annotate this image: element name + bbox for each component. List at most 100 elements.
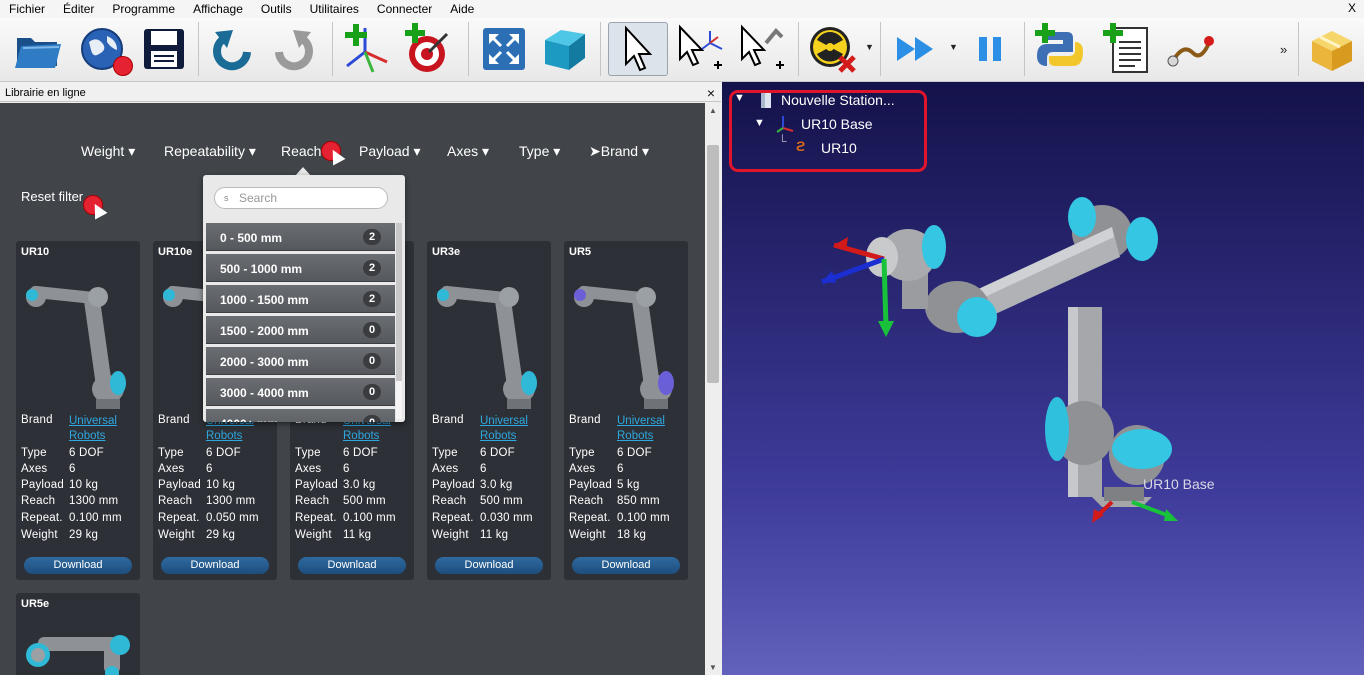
add-program-icon[interactable] bbox=[1098, 22, 1154, 76]
weight-value: 11 kg bbox=[343, 529, 372, 541]
click-marker-icon bbox=[113, 56, 133, 76]
filter-brand[interactable]: ➤Brand ▾ bbox=[589, 143, 649, 160]
filter-weight[interactable]: Weight ▾ bbox=[81, 143, 135, 160]
reach-option[interactable]: 500 - 1000 mm 2 bbox=[206, 254, 395, 282]
download-button[interactable]: Download bbox=[298, 557, 406, 574]
robot-card-ur5e[interactable]: UR5e bbox=[16, 593, 140, 675]
search-input[interactable]: s Search bbox=[214, 187, 388, 209]
pause-icon[interactable] bbox=[962, 22, 1018, 76]
redo-icon[interactable] bbox=[266, 22, 322, 76]
add-python-icon[interactable] bbox=[1032, 22, 1088, 76]
weight-label: Weight bbox=[432, 529, 469, 541]
move-frame-icon[interactable] bbox=[672, 22, 728, 76]
library-scrollbar[interactable]: ▲ ▼ bbox=[705, 103, 721, 675]
reach-option[interactable]: 1500 - 2000 mm 0 bbox=[206, 316, 395, 344]
filter-type[interactable]: Type ▾ bbox=[519, 143, 560, 160]
scroll-down-icon[interactable]: ▼ bbox=[709, 663, 717, 672]
menu-affichage[interactable]: Affichage bbox=[184, 2, 252, 16]
brand-link[interactable]: Universal Robots bbox=[480, 414, 528, 444]
axes-value: 6 bbox=[480, 463, 487, 475]
dropdown-scrollbar[interactable] bbox=[396, 223, 402, 419]
robot-thumbnail bbox=[26, 635, 130, 675]
close-window-button[interactable]: X bbox=[1348, 1, 1356, 15]
menu-editer[interactable]: Éditer bbox=[54, 2, 103, 16]
axes-label: Axes bbox=[432, 463, 459, 475]
menu-aide[interactable]: Aide bbox=[441, 2, 483, 16]
fit-all-icon[interactable] bbox=[476, 22, 532, 76]
filter-axes[interactable]: Axes ▾ bbox=[447, 143, 489, 160]
download-button[interactable]: Download bbox=[435, 557, 543, 574]
dropdown-scroll-thumb[interactable] bbox=[396, 223, 402, 381]
search-icon: s bbox=[224, 193, 229, 203]
robot-thumbnail bbox=[437, 285, 537, 409]
payload-value: 5 kg bbox=[617, 479, 640, 491]
type-value: 6 DOF bbox=[69, 447, 104, 459]
tree-robot[interactable]: UR10 bbox=[821, 140, 857, 156]
reach-option-count: 2 bbox=[363, 229, 381, 245]
reach-option[interactable]: 3000 - 4000 mm 0 bbox=[206, 378, 395, 406]
reach-option[interactable]: 2000 - 3000 mm 0 bbox=[206, 347, 395, 375]
reset-filter-link[interactable]: Reset filter bbox=[21, 189, 83, 204]
tree-base[interactable]: UR10 Base bbox=[801, 116, 873, 132]
weight-row: Weight 18 kg bbox=[569, 529, 646, 541]
play-icon[interactable] bbox=[888, 22, 944, 76]
menu-fichier[interactable]: Fichier bbox=[0, 2, 54, 16]
open-folder-icon[interactable] bbox=[10, 22, 66, 76]
scroll-thumb[interactable] bbox=[707, 145, 719, 383]
add-frame-icon[interactable] bbox=[338, 22, 394, 76]
download-button[interactable]: Download bbox=[161, 557, 269, 574]
type-value: 6 DOF bbox=[343, 447, 378, 459]
undo-icon[interactable] bbox=[204, 22, 260, 76]
robot-card-ur10[interactable]: UR10 Brand Universal Robots Type 6 DOF Axe… bbox=[16, 241, 140, 580]
expand-arrow-icon[interactable]: ▼ bbox=[734, 92, 745, 104]
reach-option[interactable]: 0 - 500 mm 2 bbox=[206, 223, 395, 251]
menu-outils[interactable]: Outils bbox=[252, 2, 301, 16]
axes-value: 6 bbox=[343, 463, 350, 475]
package-icon[interactable] bbox=[1304, 22, 1360, 76]
library-title: Librairie en ligne bbox=[5, 87, 86, 99]
reach-option-label: 1500 - 2000 mm bbox=[220, 324, 309, 338]
reach-option[interactable]: 1000 - 1500 mm 2 bbox=[206, 285, 395, 313]
brand-label: Brand bbox=[158, 414, 190, 426]
menu-programme[interactable]: Programme bbox=[103, 2, 184, 16]
play-dropdown-icon[interactable]: ▼ bbox=[949, 42, 958, 52]
collision-icon[interactable] bbox=[804, 22, 860, 76]
menu-bar: Fichier Éditer Programme Affichage Outil… bbox=[0, 0, 1364, 18]
reach-option-count: 2 bbox=[363, 291, 381, 307]
brand-link[interactable]: Universal Robots bbox=[69, 414, 117, 444]
menu-connecter[interactable]: Connecter bbox=[368, 2, 441, 16]
brand-link[interactable]: Universal Robots bbox=[617, 414, 665, 444]
select-icon[interactable] bbox=[608, 22, 668, 76]
axes-row: Axes 6 bbox=[432, 463, 487, 475]
save-icon[interactable] bbox=[136, 22, 192, 76]
tree-connector: └ bbox=[778, 134, 787, 148]
menu-utilitaires[interactable]: Utilitaires bbox=[301, 2, 368, 16]
reach-value: 500 mm bbox=[343, 495, 386, 507]
axes-value: 6 bbox=[69, 463, 76, 475]
payload-row: Payload 3.0 kg bbox=[432, 479, 513, 491]
robot-card-ur5[interactable]: UR5 Brand Universal Robots Type 6 DOF Axes… bbox=[564, 241, 688, 580]
weight-label: Weight bbox=[569, 529, 606, 541]
robot-card-ur3e[interactable]: UR3e Brand Universal Robots Type 6 DOF Axe… bbox=[427, 241, 551, 580]
weight-value: 11 kg bbox=[480, 529, 509, 541]
collision-dropdown-icon[interactable]: ▼ bbox=[865, 42, 874, 52]
repeat-label: Repeat. bbox=[432, 512, 474, 524]
expand-arrow-icon[interactable]: ▼ bbox=[754, 117, 765, 129]
toolbar-overflow-button[interactable]: » bbox=[1280, 42, 1287, 57]
weight-label: Weight bbox=[21, 529, 58, 541]
filter-repeatability[interactable]: Repeatability ▾ bbox=[164, 143, 256, 160]
move-robot-icon[interactable] bbox=[734, 22, 790, 76]
download-button[interactable]: Download bbox=[24, 557, 132, 574]
download-button[interactable]: Download bbox=[572, 557, 680, 574]
close-icon[interactable]: × bbox=[707, 85, 715, 101]
filter-payload[interactable]: Payload ▾ bbox=[359, 143, 421, 160]
add-target-icon[interactable] bbox=[400, 22, 456, 76]
path-icon[interactable] bbox=[1162, 22, 1218, 76]
reach-row: Reach 850 mm bbox=[569, 495, 660, 507]
reach-option[interactable]: 4000+ mm 0 bbox=[206, 409, 395, 422]
repeat-value: 0.100 mm bbox=[617, 512, 670, 524]
tree-station[interactable]: Nouvelle Station... bbox=[781, 92, 895, 108]
3d-view[interactable]: ▼ Nouvelle Station... ▼ UR10 Base └ ϩ UR… bbox=[722, 82, 1364, 675]
box-icon[interactable] bbox=[536, 22, 592, 76]
scroll-up-icon[interactable]: ▲ bbox=[709, 106, 717, 115]
